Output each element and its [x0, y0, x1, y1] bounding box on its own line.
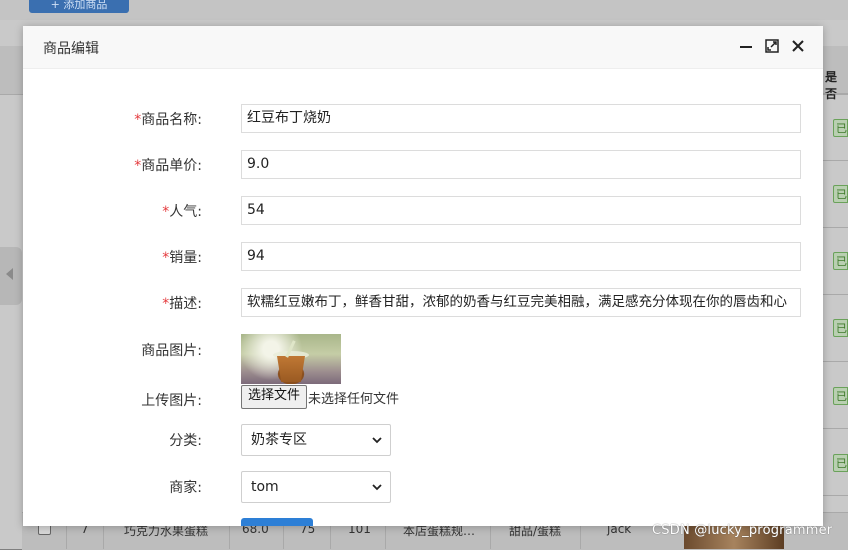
category-select[interactable]: 奶茶专区 — [241, 424, 391, 456]
row-divider — [823, 160, 848, 161]
image-detail — [277, 356, 305, 382]
row-divider — [823, 93, 848, 94]
category-label: 分类: — [169, 433, 202, 449]
category-value: 奶茶专区 — [251, 432, 307, 448]
maximize-icon[interactable] — [763, 37, 781, 55]
chevron-left-icon — [6, 268, 13, 280]
row-divider — [823, 495, 848, 496]
description-input[interactable]: 软糯红豆嫩布丁，鲜香甘甜，浓郁的奶香与红豆完美相融，满足感充分体现在你的唇齿和心 — [241, 288, 801, 317]
popularity-input[interactable]: 54 — [241, 196, 801, 225]
sales-input[interactable]: 94 — [241, 242, 801, 271]
merchant-select[interactable]: tom — [241, 471, 391, 503]
status-badge: 已 — [833, 185, 848, 203]
minimize-icon[interactable] — [737, 37, 755, 55]
close-icon[interactable] — [789, 37, 807, 55]
row-divider — [823, 361, 848, 362]
row-divider — [823, 428, 848, 429]
price-input[interactable]: 9.0 — [241, 150, 801, 179]
status-badge: 已 — [833, 387, 848, 405]
status-badge: 已 — [833, 119, 848, 137]
watermark: CSDN @lucky_programmer — [652, 523, 833, 538]
status-badge: 已 — [833, 319, 848, 337]
name-label: *商品名称: — [134, 112, 202, 128]
choose-file-button[interactable]: 选择文件 — [241, 385, 308, 409]
add-product-button[interactable]: + 添加商品 — [29, 0, 129, 13]
status-badge: 已 — [833, 252, 848, 270]
submit-button[interactable] — [241, 518, 313, 526]
chevron-down-icon — [372, 484, 382, 491]
merchant-value: tom — [251, 479, 279, 495]
image-label: 商品图片: — [141, 343, 202, 359]
upload-label: 上传图片: — [141, 393, 202, 409]
merchant-label: 商家: — [169, 480, 202, 496]
dialog-header: 商品编辑 — [23, 26, 823, 69]
row-divider — [823, 294, 848, 295]
product-image — [241, 334, 341, 384]
price-label: *商品单价: — [134, 158, 202, 174]
row-divider — [823, 227, 848, 228]
dialog-title: 商品编辑 — [43, 41, 99, 57]
sales-label: *销量: — [162, 250, 202, 266]
table-column-header-status: 是否 — [825, 70, 838, 101]
file-status-text: 未选择任何文件 — [308, 392, 400, 407]
chevron-down-icon — [372, 437, 382, 444]
product-edit-dialog: 商品编辑 *商品名称: 红豆布丁烧奶 *商品单价: 9.0 *人气: 54 *销… — [23, 26, 823, 526]
description-label: *描述: — [162, 296, 202, 312]
name-input[interactable]: 红豆布丁烧奶 — [241, 104, 801, 133]
popularity-label: *人气: — [162, 204, 202, 220]
status-badge: 已 — [833, 454, 848, 472]
